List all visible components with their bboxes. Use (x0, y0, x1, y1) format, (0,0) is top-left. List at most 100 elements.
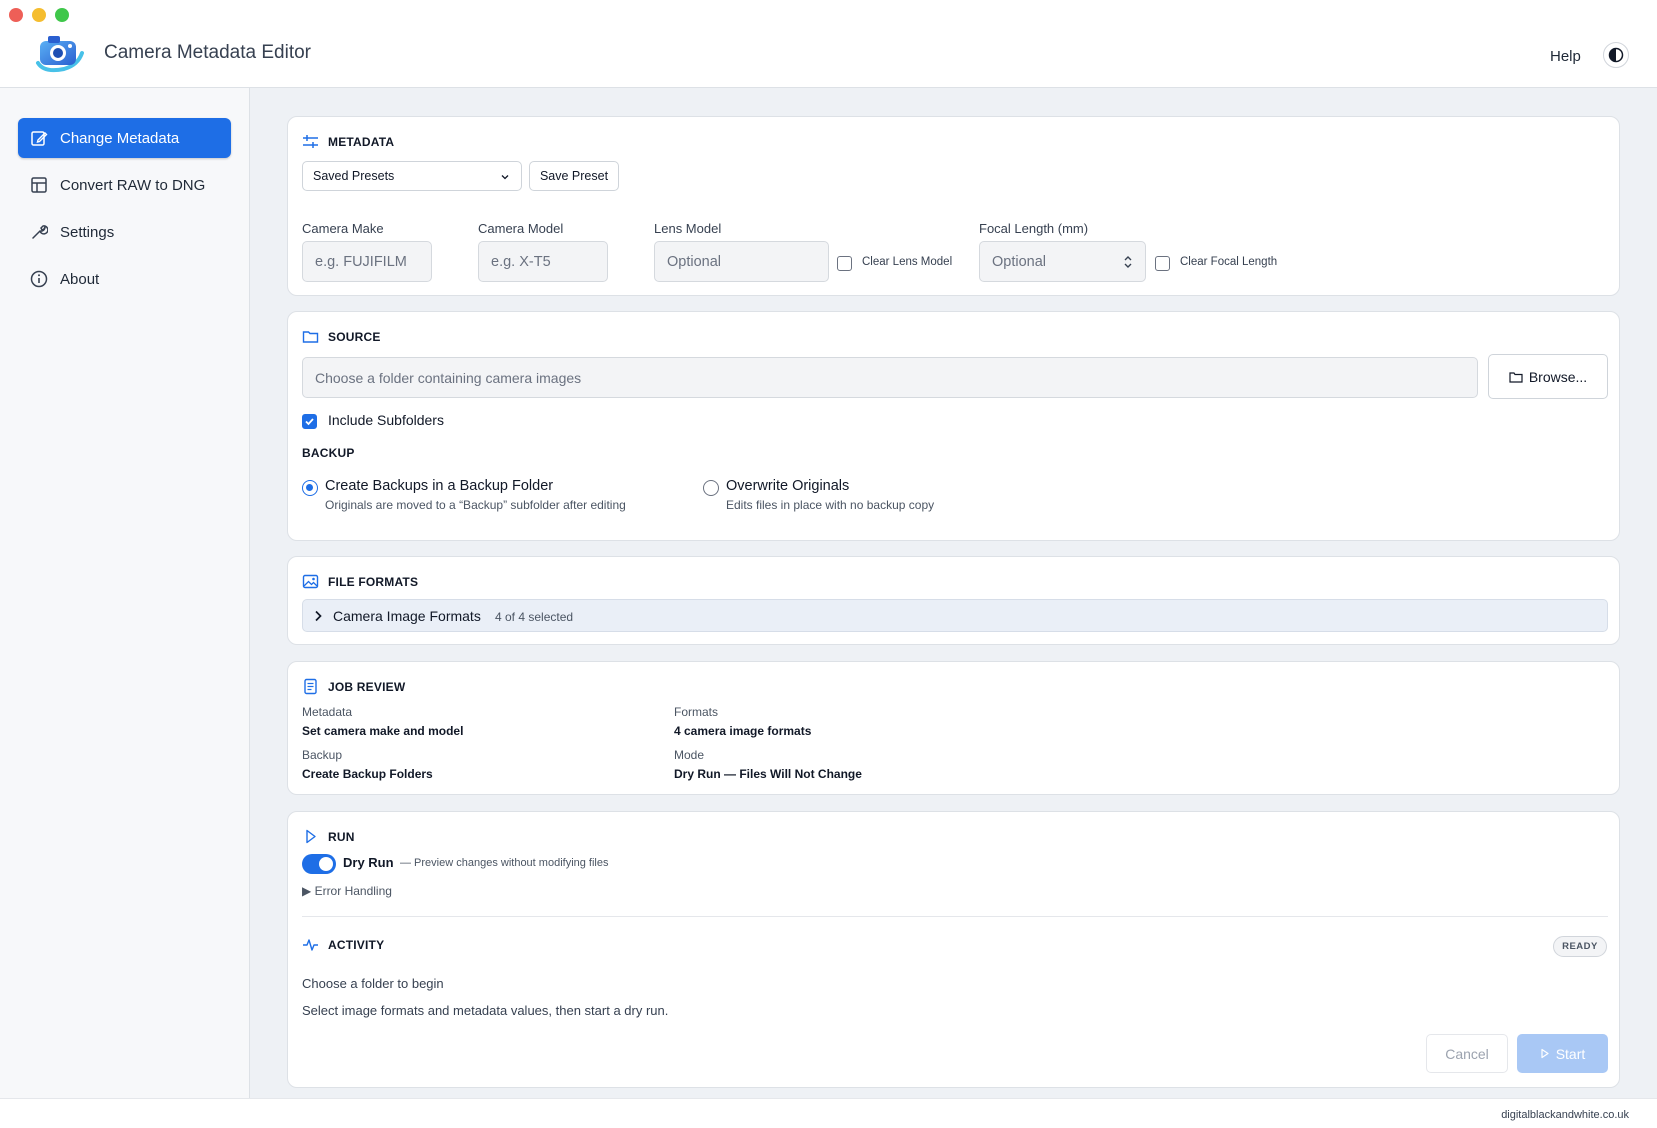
camera-logo-icon (34, 33, 84, 73)
activity-section-title: ACTIVITY (302, 936, 384, 953)
review-formats-label: Formats (674, 705, 719, 719)
play-icon (1541, 1048, 1549, 1059)
review-formats-value: 4 camera image formats (674, 724, 812, 738)
clear-lens-model-checkbox[interactable] (837, 256, 852, 271)
section-title-text: ACTIVITY (328, 937, 385, 952)
start-button[interactable]: Start (1517, 1034, 1608, 1073)
camera-make-input[interactable]: e.g. FUJIFILM (302, 241, 432, 282)
review-metadata-label: Metadata (302, 705, 353, 719)
metadata-card: METADATA Saved Presets Save Preset Camer… (287, 116, 1620, 296)
review-metadata-value: Set camera make and model (302, 724, 464, 738)
section-title-text: SOURCE (328, 329, 381, 344)
activity-message-primary: Choose a folder to begin (302, 976, 444, 991)
minimize-window-button[interactable] (32, 8, 46, 22)
sliders-icon (303, 135, 318, 148)
clear-focal-length-checkbox[interactable] (1155, 256, 1170, 271)
review-backup-value: Create Backup Folders (302, 767, 433, 781)
edit-icon (31, 131, 48, 146)
review-mode-label: Mode (674, 748, 705, 762)
section-title-text: FILE FORMATS (328, 574, 419, 589)
metadata-section-title: METADATA (302, 133, 394, 150)
document-icon (304, 678, 317, 695)
clear-focal-length-label: Clear Focal Length (1180, 256, 1278, 268)
sidebar-item-about[interactable]: About (18, 259, 231, 299)
camera-formats-group-label: Camera Image Formats (333, 608, 481, 624)
camera-model-input[interactable]: e.g. X-T5 (478, 241, 608, 282)
focal-length-label: Focal Length (mm) (979, 221, 1089, 236)
browse-button[interactable]: Browse... (1488, 354, 1608, 399)
contrast-icon (1608, 47, 1624, 63)
backup-option-create-radio[interactable] (302, 480, 318, 496)
include-subfolders-checkbox[interactable] (302, 414, 317, 429)
section-title-text: RUN (328, 829, 355, 844)
job-review-card: JOB REVIEW Metadata Set camera make and … (287, 661, 1620, 795)
wrench-icon (32, 225, 48, 239)
status-badge: READY (1553, 936, 1607, 957)
saved-presets-select[interactable]: Saved Presets (302, 161, 522, 191)
footer: digitalblackandwhite.co.uk (0, 1098, 1657, 1128)
presets-selected-value: Saved Presets (313, 169, 395, 183)
save-preset-button[interactable]: Save Preset (529, 161, 619, 191)
lens-model-input[interactable]: Optional (654, 241, 829, 282)
review-backup-label: Backup (302, 748, 343, 762)
sidebar-item-label: Settings (60, 223, 115, 241)
chevron-right-icon (315, 610, 322, 622)
zoom-window-button[interactable] (55, 8, 69, 22)
activity-message-secondary: Select image formats and metadata values… (302, 1003, 669, 1018)
backup-option-create-desc: Originals are moved to a “Backup” subfol… (325, 498, 626, 512)
table-icon (31, 177, 47, 193)
file-formats-card: FILE FORMATS Camera Image Formats 4 of 4… (287, 556, 1620, 645)
camera-formats-count: 4 of 4 selected (495, 610, 574, 624)
app-title: Camera Metadata Editor (104, 42, 311, 63)
run-section-title: RUN (302, 828, 355, 845)
info-icon (30, 270, 48, 288)
clear-lens-model-label: Clear Lens Model (862, 256, 953, 268)
source-section-title: SOURCE (302, 328, 381, 345)
backup-option-overwrite-radio[interactable] (703, 480, 719, 496)
camera-model-label: Camera Model (478, 221, 564, 236)
sidebar-item-label: Convert RAW to DNG (60, 176, 206, 194)
dry-run-label: Dry Run (343, 855, 394, 870)
backup-option-create-title: Create Backups in a Backup Folder (325, 478, 554, 494)
activity-pulse-icon (303, 939, 318, 951)
sidebar-item-label: About (60, 270, 100, 288)
folder-icon (1509, 371, 1523, 383)
sidebar-item-label: Change Metadata (60, 129, 180, 147)
file-formats-section-title: FILE FORMATS (302, 573, 418, 590)
review-mode-value: Dry Run — Files Will Not Change (674, 767, 862, 781)
footer-domain-text: digitalblackandwhite.co.uk (1501, 1109, 1629, 1121)
play-icon (306, 829, 316, 844)
folder-icon (302, 331, 319, 343)
title-bar: Camera Metadata Editor Help (0, 0, 1657, 88)
checkmark-icon (305, 418, 314, 426)
sidebar-item-change-metadata[interactable]: Change Metadata (18, 118, 231, 158)
help-link[interactable]: Help (1550, 48, 1581, 65)
job-review-section-title: JOB REVIEW (302, 678, 405, 695)
run-card: RUN Dry Run — Preview changes without mo… (287, 811, 1620, 1088)
theme-toggle-button[interactable] (1603, 42, 1629, 68)
source-card: SOURCE Choose a folder containing camera… (287, 311, 1620, 541)
focal-length-value: Optional (992, 253, 1047, 270)
backup-option-overwrite-title: Overwrite Originals (726, 478, 850, 494)
chevron-down-icon (501, 175, 509, 180)
backup-section-title: BACKUP (302, 446, 355, 460)
source-folder-input[interactable]: Choose a folder containing camera images (302, 357, 1478, 398)
focal-length-input[interactable]: Optional (979, 241, 1146, 282)
dry-run-toggle[interactable] (302, 854, 336, 874)
camera-make-label: Camera Make (302, 221, 384, 236)
camera-formats-group-toggle[interactable]: Camera Image Formats 4 of 4 selected (302, 599, 1608, 632)
include-subfolders-label: Include Subfolders (328, 412, 444, 428)
backup-option-overwrite-desc: Edits files in place with no backup copy (726, 498, 935, 512)
stepper-icon[interactable] (1123, 254, 1133, 270)
cancel-button[interactable]: Cancel (1426, 1034, 1508, 1073)
sidebar-item-convert-raw[interactable]: Convert RAW to DNG (18, 165, 231, 205)
error-handling-disclosure[interactable]: ▶ Error Handling (302, 884, 392, 898)
section-title-text: JOB REVIEW (328, 679, 406, 694)
image-icon (302, 574, 319, 589)
dry-run-description: — Preview changes without modifying file… (400, 857, 609, 869)
close-window-button[interactable] (9, 8, 23, 22)
divider (302, 916, 1608, 917)
section-title-text: METADATA (328, 134, 395, 149)
sidebar-item-settings[interactable]: Settings (18, 212, 231, 252)
lens-model-label: Lens Model (654, 221, 722, 236)
